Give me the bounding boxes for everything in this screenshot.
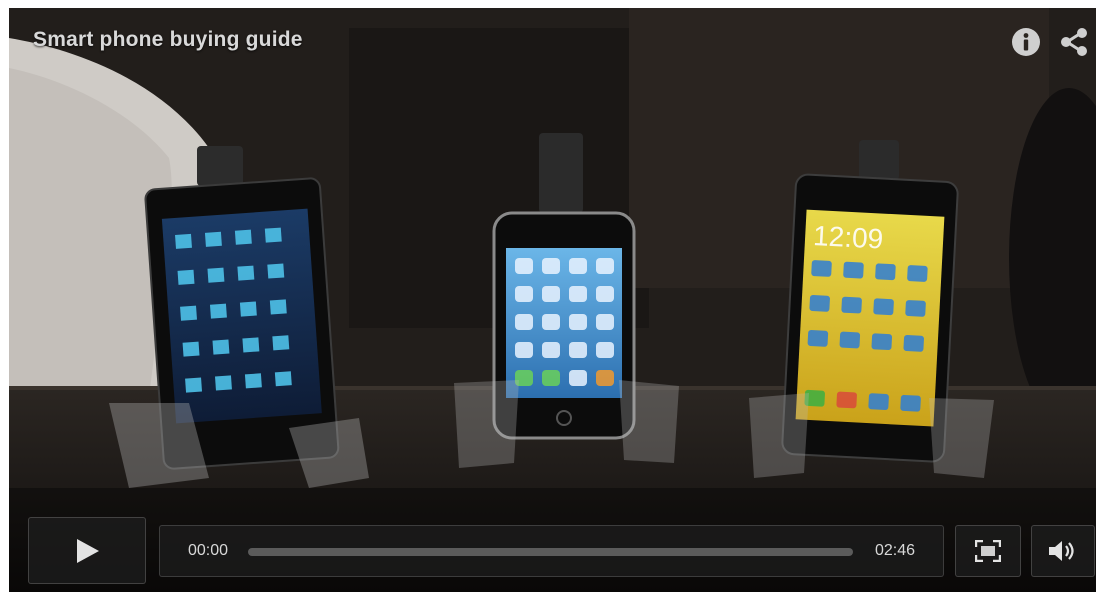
- fullscreen-icon: [975, 540, 1001, 562]
- volume-icon: [1049, 541, 1074, 561]
- play-icon: [77, 538, 99, 563]
- fullscreen-button[interactable]: [955, 525, 1021, 577]
- video-frame: 12:09: [9, 8, 1096, 592]
- info-icon[interactable]: [1010, 26, 1042, 58]
- progress-bar[interactable]: [248, 548, 853, 556]
- play-button[interactable]: [28, 517, 146, 584]
- video-title: Smart phone buying guide: [33, 28, 303, 51]
- duration: 02:46: [874, 542, 915, 559]
- svg-text:12:09: 12:09: [812, 220, 884, 255]
- current-time: 00:00: [188, 542, 229, 559]
- share-icon[interactable]: [1058, 26, 1090, 58]
- video-player[interactable]: 12:09 Smart phone buying guide 00:00 02:…: [9, 8, 1096, 592]
- volume-button[interactable]: [1031, 525, 1095, 577]
- progress-container: 00:00 02:46: [159, 525, 944, 577]
